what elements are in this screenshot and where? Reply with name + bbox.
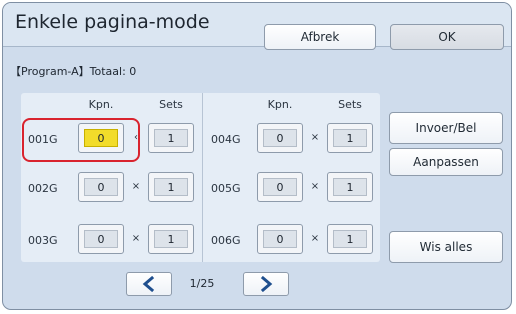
entry-button[interactable]: Invoer/Bel <box>389 112 503 144</box>
copies-value-005g: 0 <box>263 178 297 196</box>
sets-field-003g[interactable]: 1 <box>148 224 194 254</box>
page-indicator: 1/25 <box>189 277 215 290</box>
chevron-left-icon <box>142 276 155 292</box>
group-label-006g: 006G <box>211 234 241 247</box>
program-total: 【Program-A】Totaal: 0 <box>10 65 137 78</box>
clear-all-button[interactable]: Wis alles <box>389 231 503 263</box>
copies-header-left: Kpn. <box>88 98 114 111</box>
sets-field-004g[interactable]: 1 <box>327 123 373 153</box>
sets-header-left: Sets <box>159 98 183 111</box>
copies-field-002g[interactable]: 0 <box>78 172 124 202</box>
ok-button[interactable]: OK <box>390 24 504 50</box>
copies-value-004g: 0 <box>263 129 297 147</box>
copies-header-right: Kpn. <box>267 98 293 111</box>
sets-field-006g[interactable]: 1 <box>327 224 373 254</box>
page-title: Enkele pagina-mode <box>15 11 210 33</box>
multiply-icon: × <box>310 233 320 244</box>
group-label-005g: 005G <box>211 182 241 195</box>
sets-value-001g: 1 <box>154 129 188 147</box>
multiply-icon: × <box>131 233 141 244</box>
chevron-right-icon <box>260 276 273 292</box>
multiply-icon: × <box>310 132 320 143</box>
copies-value-003g: 0 <box>84 230 118 248</box>
multiply-icon: × <box>131 181 141 192</box>
copies-field-003g[interactable]: 0 <box>78 224 124 254</box>
group-label-003g: 003G <box>28 234 58 247</box>
copies-value-002g: 0 <box>84 178 118 196</box>
sets-value-006g: 1 <box>333 230 367 248</box>
previous-page-button[interactable] <box>126 272 172 296</box>
sets-field-001g[interactable]: 1 <box>148 123 194 153</box>
multiply-icon: × <box>310 181 320 192</box>
copies-value-006g: 0 <box>263 230 297 248</box>
copies-field-004g[interactable]: 0 <box>257 123 303 153</box>
selection-highlight <box>22 118 140 162</box>
sets-field-005g[interactable]: 1 <box>327 172 373 202</box>
group-label-004g: 004G <box>211 133 241 146</box>
sets-field-002g[interactable]: 1 <box>148 172 194 202</box>
sets-value-003g: 1 <box>154 230 188 248</box>
copies-field-006g[interactable]: 0 <box>257 224 303 254</box>
sets-header-right: Sets <box>338 98 362 111</box>
adjust-button[interactable]: Aanpassen <box>389 148 503 176</box>
sets-value-004g: 1 <box>333 129 367 147</box>
next-page-button[interactable] <box>243 272 289 296</box>
sets-value-005g: 1 <box>333 178 367 196</box>
sets-value-002g: 1 <box>154 178 188 196</box>
cancel-button[interactable]: Afbrek <box>264 24 376 50</box>
copies-field-005g[interactable]: 0 <box>257 172 303 202</box>
group-label-002g: 002G <box>28 182 58 195</box>
panel-divider <box>202 93 203 262</box>
